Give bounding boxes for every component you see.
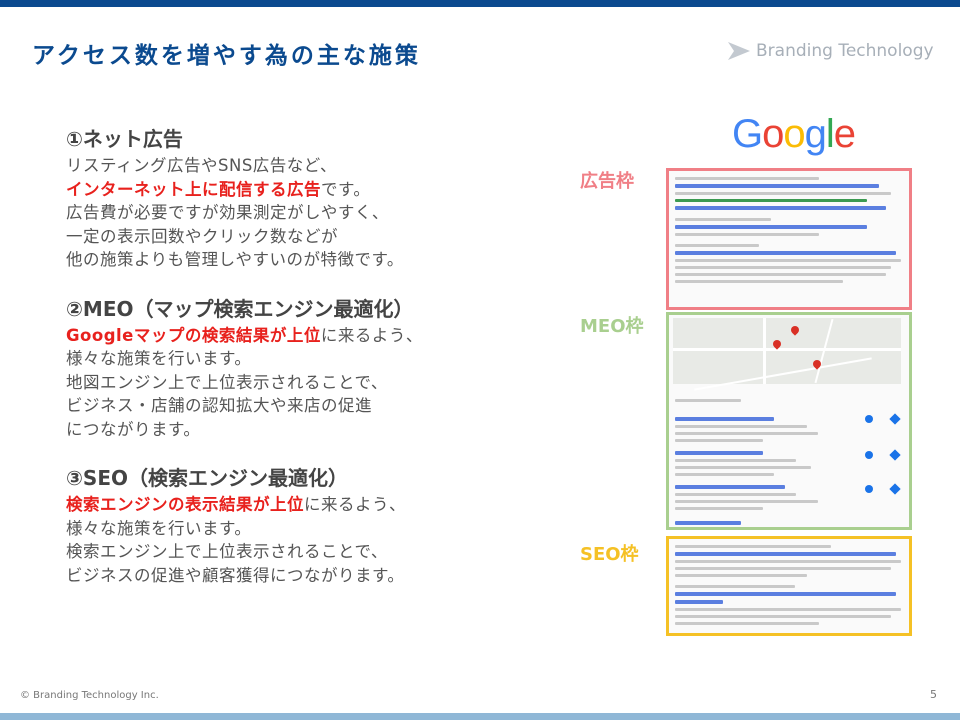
- brand-name: Branding Technology: [756, 41, 934, 61]
- body-text: 他の施策よりも管理しやすいのが特徴です。: [66, 250, 404, 269]
- highlight-text: Googleマップの検索結果が上位: [66, 325, 321, 345]
- page-number: 5: [930, 688, 937, 701]
- body-text: です。: [321, 179, 371, 199]
- section-line: 他の施策よりも管理しやすいのが特徴です。: [66, 248, 526, 272]
- map-preview: [673, 318, 901, 391]
- body-text: 一定の表示回数やクリック数などが: [66, 226, 338, 246]
- seo-results-frame: [666, 536, 912, 636]
- ad-results-frame: [666, 168, 912, 310]
- section-body: 検索エンジンの表示結果が上位に来るよう、 様々な施策を行います。 検索エンジン上で上…: [66, 493, 526, 587]
- section-line: ビジネス・店舗の認知拡大や来店の促進: [66, 394, 526, 418]
- section-line: ビジネスの促進や顧客獲得につながります。: [66, 564, 526, 588]
- section-line: Googleマップの検索結果が上位に来るよう、: [66, 324, 526, 348]
- section-line: 検索エンジン上で上位表示されることで、: [66, 540, 526, 564]
- section-line: につながります。: [66, 418, 526, 442]
- section-body: リスティング広告やSNS広告など、 インターネット上に配信する広告です。 広告費が必…: [66, 154, 526, 272]
- seo-frame-label: SEO枠: [580, 544, 639, 565]
- page-title: アクセス数を増やす為の主な施策: [32, 43, 421, 69]
- section-meo: ②MEO（マップ検索エンジン最適化） Googleマップの検索結果が上位に来るよ…: [66, 296, 526, 442]
- body-text: 地図エンジン上で上位表示されることで、: [66, 372, 388, 392]
- meo-frame-label: MEO枠: [580, 316, 644, 337]
- section-line: 広告費が必要ですが効果測定がしやすく、: [66, 201, 526, 225]
- google-logo: Google: [732, 112, 856, 157]
- body-text: ビジネス・店舗の認知拡大や来店の促進: [66, 396, 372, 415]
- section-line: 検索エンジンの表示結果が上位に来るよう、: [66, 493, 526, 517]
- section-heading: ①ネット広告: [66, 127, 183, 151]
- logo-letter: l: [825, 112, 835, 156]
- highlight-text: 検索エンジンの表示結果が上位: [66, 495, 304, 514]
- body-text: につながります。: [66, 419, 201, 439]
- body-text: リスティング広告やSNS広告など、: [66, 156, 337, 175]
- section-net-ads: ①ネット広告 リスティング広告やSNS広告など、 インターネット上に配信する広告で…: [66, 126, 526, 272]
- body-text: 様々な施策を行います。: [66, 349, 252, 368]
- body-text: 広告費が必要ですが効果測定がしやすく、: [66, 203, 389, 222]
- body-text: 検索エンジン上で上位表示されることで、: [66, 542, 388, 561]
- section-line: 様々な施策を行います。: [66, 347, 526, 371]
- logo-letter: G: [732, 112, 763, 156]
- section-line: 一定の表示回数やクリック数などが: [66, 225, 526, 249]
- section-line: 様々な施策を行います。: [66, 517, 526, 541]
- body-text: に来るよう、: [304, 495, 406, 514]
- logo-letter: o: [783, 112, 805, 156]
- logo-letter: o: [762, 112, 784, 156]
- section-seo: ③SEO（検索エンジン最適化） 検索エンジンの表示結果が上位に来るよう、 様々な施…: [66, 465, 526, 587]
- section-line: リスティング広告やSNS広告など、: [66, 154, 526, 178]
- logo-letter: e: [833, 112, 856, 156]
- brand-mark-icon: [728, 42, 750, 60]
- copyright: © Branding Technology Inc.: [20, 690, 159, 701]
- top-accent-bar: [0, 0, 960, 7]
- body-text: 様々な施策を行います。: [66, 518, 252, 538]
- section-body: Googleマップの検索結果が上位に来るよう、 様々な施策を行います。 地図エンジン…: [66, 324, 526, 442]
- ad-frame-label: 広告枠: [580, 171, 634, 192]
- body-text: ビジネスの促進や顧客獲得につながります。: [66, 565, 405, 585]
- brand-logo: Branding Technology: [728, 41, 934, 61]
- meo-results-frame: [666, 312, 912, 530]
- body-text: に来るよう、: [320, 325, 423, 345]
- section-line: インターネット上に配信する広告です。: [66, 178, 526, 202]
- section-line: 地図エンジン上で上位表示されることで、: [66, 371, 526, 395]
- section-heading: ②MEO（マップ検索エンジン最適化）: [66, 296, 414, 321]
- highlight-text: インターネット上に配信する広告: [66, 179, 321, 199]
- bottom-accent-bar: [0, 713, 960, 720]
- measures-list: ①ネット広告 リスティング広告やSNS広告など、 インターネット上に配信する広告で…: [66, 126, 526, 611]
- logo-letter: g: [804, 112, 827, 156]
- section-heading: ③SEO（検索エンジン最適化）: [66, 466, 349, 490]
